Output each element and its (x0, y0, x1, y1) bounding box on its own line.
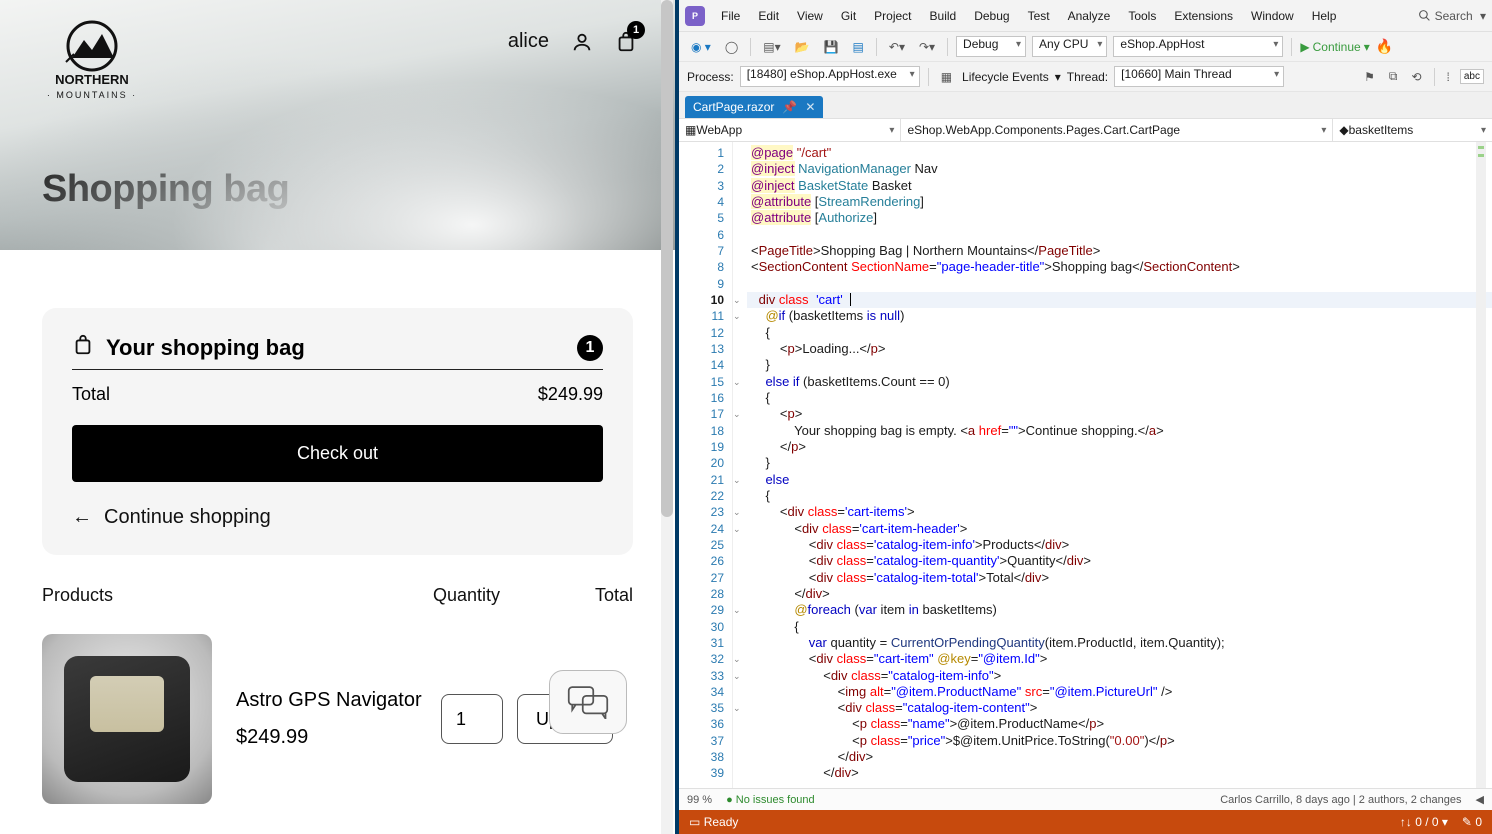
issues-status[interactable]: ● No issues found (726, 794, 815, 806)
visual-studio-pane: P FileEditViewGitProjectBuildDebugTestAn… (679, 0, 1492, 834)
scrollbar[interactable] (661, 0, 673, 834)
continue-shopping-link[interactable]: ← Continue shopping (72, 506, 603, 529)
menu-debug[interactable]: Debug (966, 5, 1017, 27)
menu-window[interactable]: Window (1243, 5, 1302, 27)
frame-icon[interactable]: ⟲ (1407, 68, 1425, 86)
product-name: Astro GPS Navigator (236, 689, 422, 712)
nav-member[interactable]: ◆ basketItems (1333, 119, 1492, 141)
process-select[interactable]: [18480] eShop.AppHost.exe (740, 66, 920, 87)
panel-badge: 1 (577, 335, 603, 361)
file-tab-cartpage[interactable]: CartPage.razor 📌 ✕ (685, 96, 823, 118)
menu-test[interactable]: Test (1020, 5, 1058, 27)
vs-toolbar-1: ◉ ▾ ◯ ▤▾ 📂 💾 ▤ ↶▾ ↷▾ Debug Any CPU eShop… (679, 32, 1492, 62)
blame-info: Carlos Carrillo, 8 days ago | 2 authors,… (1220, 794, 1461, 806)
menu-file[interactable]: File (713, 5, 748, 27)
menu-build[interactable]: Build (922, 5, 965, 27)
redo-icon[interactable]: ↷▾ (915, 38, 939, 56)
hot-reload-icon[interactable]: 🔥 (1376, 38, 1393, 55)
status-ready: Ready (704, 815, 739, 829)
editor-marker-bar[interactable] (1476, 142, 1486, 788)
svg-text:· MOUNTAINS ·: · MOUNTAINS · (47, 90, 137, 100)
quantity-input[interactable] (441, 694, 503, 744)
product-thumbnail[interactable] (42, 634, 212, 804)
items-header: Products Quantity Total (42, 585, 633, 606)
svg-text:NORTHERN: NORTHERN (55, 72, 129, 87)
menu-view[interactable]: View (789, 5, 831, 27)
menu-tools[interactable]: Tools (1120, 5, 1164, 27)
total-value: $249.99 (538, 384, 603, 405)
undo-icon[interactable]: ↶▾ (885, 38, 909, 56)
platform-select[interactable]: Any CPU (1032, 36, 1107, 57)
back-button[interactable]: ◉ ▾ (687, 38, 715, 56)
cart-item-row: Astro GPS Navigator $249.99 Update (42, 616, 633, 804)
vs-search[interactable]: Search ▾ (1418, 9, 1486, 23)
menu-extensions[interactable]: Extensions (1166, 5, 1241, 27)
username[interactable]: alice (508, 30, 549, 53)
document-tab-row: CartPage.razor 📌 ✕ (679, 92, 1492, 118)
nav-project[interactable]: ▦ WebApp (679, 119, 901, 141)
menu-help[interactable]: Help (1304, 5, 1345, 27)
editor-nav-bar: ▦ WebApp eShop.WebApp.Components.Pages.C… (679, 118, 1492, 142)
thread-label: Thread: (1067, 70, 1108, 84)
config-select[interactable]: Debug (956, 36, 1026, 57)
chat-widget[interactable] (549, 670, 627, 734)
pin-icon[interactable]: 📌 (782, 100, 797, 114)
save-icon[interactable]: 💾 (820, 38, 843, 56)
cart-mini-count: 1 (627, 21, 645, 39)
close-tab-icon[interactable]: ✕ (805, 100, 815, 114)
open-icon[interactable]: 📂 (791, 38, 814, 56)
col-products: Products (42, 585, 433, 606)
startup-select[interactable]: eShop.AppHost (1113, 36, 1283, 57)
col-total: Total (553, 585, 633, 606)
vs-search-label: Search (1435, 9, 1473, 23)
cart-summary-panel: Your shopping bag 1 Total $249.99 Check … (42, 308, 633, 555)
lifecycle-label[interactable]: Lifecycle Events (962, 70, 1049, 84)
vs-toolbar-2: Process: [18480] eShop.AppHost.exe ▦ Lif… (679, 62, 1492, 92)
checkout-button[interactable]: Check out (72, 425, 603, 482)
menu-git[interactable]: Git (833, 5, 864, 27)
vs-logo-icon[interactable]: P (685, 6, 705, 26)
col-quantity: Quantity (433, 585, 553, 606)
status-nav[interactable]: ↑↓ 0 / 0 ▾ (1400, 815, 1448, 829)
bag-icon (72, 334, 94, 361)
flag-icon[interactable]: ⚑ (1360, 68, 1379, 86)
brand-logo[interactable]: NORTHERN · MOUNTAINS · (42, 18, 142, 113)
user-icon[interactable] (571, 31, 593, 53)
editor-footer: 99 % ● No issues found Carlos Carrillo, … (679, 788, 1492, 810)
stack-icon[interactable]: ⧉ (1385, 67, 1402, 86)
status-errors[interactable]: ✎ 0 (1462, 815, 1482, 829)
nav-class[interactable]: eShop.WebApp.Components.Pages.Cart.CartP… (901, 119, 1333, 141)
abc-toggle[interactable]: abc (1460, 69, 1484, 84)
continue-button[interactable]: ▶ Continue ▾ (1300, 40, 1369, 54)
file-tab-label: CartPage.razor (693, 100, 774, 114)
menu-project[interactable]: Project (866, 5, 919, 27)
zoom-level[interactable]: 99 % (687, 794, 712, 806)
thread-select[interactable]: [10660] Main Thread (1114, 66, 1284, 87)
hero: NORTHERN · MOUNTAINS · alice 1 Shopping … (0, 0, 675, 250)
total-label: Total (72, 384, 110, 405)
forward-button[interactable]: ◯ (721, 38, 742, 56)
continue-shopping-label: Continue shopping (104, 506, 271, 529)
menu-edit[interactable]: Edit (750, 5, 787, 27)
new-item-icon[interactable]: ▤▾ (759, 38, 784, 56)
webapp-pane: NORTHERN · MOUNTAINS · alice 1 Shopping … (0, 0, 675, 834)
product-price: $249.99 (236, 726, 422, 749)
code-editor[interactable]: 1234567891011121314151617181920212223242… (679, 142, 1492, 788)
scroll-left-icon[interactable]: ◀ (1476, 793, 1484, 806)
lifecycle-icon[interactable]: ▦ (937, 68, 956, 86)
tool1-icon[interactable]: ⁞ (1443, 68, 1454, 86)
save-all-icon[interactable]: ▤ (849, 38, 868, 56)
panel-title: Your shopping bag (106, 335, 305, 361)
menu-analyze[interactable]: Analyze (1060, 5, 1119, 27)
cart-icon[interactable]: 1 (615, 31, 637, 53)
process-label: Process: (687, 70, 734, 84)
arrow-left-icon: ← (72, 506, 92, 529)
output-icon[interactable]: ▭ (689, 815, 700, 829)
vs-statusbar: ▭ Ready ↑↓ 0 / 0 ▾ ✎ 0 (679, 810, 1492, 834)
page-title: Shopping bag (42, 168, 289, 211)
vs-titlebar: P FileEditViewGitProjectBuildDebugTestAn… (679, 0, 1492, 32)
vs-menubar: FileEditViewGitProjectBuildDebugTestAnal… (713, 5, 1344, 27)
